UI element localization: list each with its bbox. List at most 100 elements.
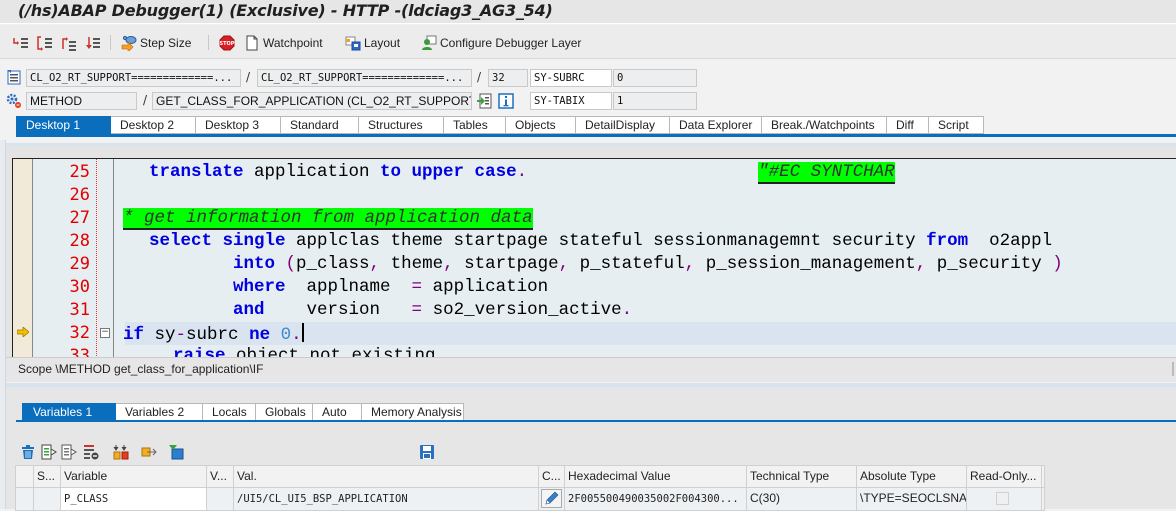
source-code-icon — [6, 69, 22, 85]
column-header-absolute-type[interactable]: Absolute Type — [857, 466, 967, 487]
cell-v — [207, 488, 234, 510]
cell-technical-type: C(30) — [747, 488, 857, 510]
title-bar: (/hs)ABAP Debugger(1) (Exclusive) - HTTP… — [0, 0, 1176, 24]
event-type-field[interactable]: METHOD — [26, 92, 137, 110]
filter-icon[interactable] — [168, 444, 184, 462]
navigate-to-source-icon[interactable] — [476, 93, 492, 109]
continue-to-cursor-icon — [85, 35, 101, 51]
splitter-handle[interactable] — [1172, 362, 1174, 376]
column-header-variable[interactable]: Variable — [61, 466, 207, 487]
toolbar: Step Size STOP Watchpoint Layout Configu… — [0, 25, 1176, 59]
tab-locals[interactable]: Locals — [203, 403, 256, 421]
code-line: 27 * get information from application da… — [69, 208, 533, 230]
configure-layer-label: Configure Debugger Layer — [440, 36, 582, 50]
continue-button[interactable] — [85, 34, 101, 52]
compare-icon[interactable] — [113, 444, 129, 462]
code-line: 25 translate application to upper case. … — [69, 162, 895, 184]
watchpoint-label: Watchpoint — [263, 36, 323, 50]
tab-data-explorer[interactable]: Data Explorer — [670, 116, 762, 134]
column-header-v[interactable]: V... — [207, 466, 234, 487]
delete-row-icon[interactable] — [83, 444, 99, 462]
column-header-s[interactable]: S... — [34, 466, 61, 487]
cell-change-button[interactable] — [539, 488, 565, 510]
execute-button[interactable] — [37, 34, 53, 52]
sy-subrc-value: 0 — [613, 69, 697, 87]
tab-diff[interactable]: Diff — [887, 116, 929, 134]
tab-tables[interactable]: Tables — [444, 116, 506, 134]
column-header-hex[interactable]: Hexadecimal Value — [565, 466, 747, 487]
column-header-value[interactable]: Val. — [234, 466, 539, 487]
desktop-tabs: Desktop 1 Desktop 2 Desktop 3 Standard S… — [16, 116, 984, 134]
code-editor[interactable]: 25 translate application to upper case. … — [12, 158, 1176, 360]
variable-tabs: Variables 1 Variables 2 Locals Globals A… — [22, 403, 464, 421]
tab-variables-2[interactable]: Variables 2 — [116, 403, 203, 421]
delete-icon[interactable] — [20, 444, 36, 462]
code-line: 26 — [69, 185, 90, 205]
table-header: S... Variable V... Val. C... Hexadecimal… — [16, 466, 1044, 488]
text-cursor — [301, 323, 304, 342]
source-code-panel: 25 translate application to upper case. … — [6, 143, 1176, 360]
line-number-field[interactable]: 32 — [488, 69, 528, 87]
single-step-button[interactable] — [13, 34, 29, 52]
variables-table: S... Variable V... Val. C... Hexadecimal… — [15, 465, 1045, 511]
append-row-icon[interactable] — [61, 444, 77, 462]
export-icon[interactable] — [141, 444, 157, 462]
cell-absolute-type: \TYPE=SEOCLSNA... — [857, 488, 967, 510]
info-icon[interactable] — [498, 93, 514, 109]
pragma-comment: "#EC SYNTCHAR — [758, 162, 895, 184]
layout-label: Layout — [364, 36, 401, 50]
tab-desktop-2[interactable]: Desktop 2 — [111, 116, 196, 134]
row-selector[interactable] — [16, 488, 34, 510]
table-row[interactable]: P_CLASS /UI5/CL_UI5_BSP_APPLICATION 2F00… — [16, 488, 1044, 510]
event-name-field[interactable]: GET_CLASS_FOR_APPLICATION (CL_O2_RT_SUPP… — [152, 92, 472, 110]
row-selector-header[interactable] — [16, 466, 34, 487]
step-size-icon — [121, 35, 137, 51]
cell-value[interactable]: /UI5/CL_UI5_BSP_APPLICATION — [234, 488, 539, 510]
toolbar-separator — [208, 35, 209, 50]
stop-icon: STOP — [219, 35, 235, 51]
single-step-icon — [13, 35, 29, 51]
watchpoint-button[interactable]: Watchpoint — [244, 34, 323, 52]
tab-standard[interactable]: Standard — [281, 116, 359, 134]
tab-desktop-1[interactable]: Desktop 1 — [16, 116, 111, 134]
sy-tabix-label[interactable]: SY-TABIX — [530, 92, 612, 110]
sy-tabix-value: 1 — [613, 92, 697, 110]
sy-subrc-label[interactable]: SY-SUBRC — [530, 69, 612, 87]
tab-variables-1[interactable]: Variables 1 — [22, 403, 116, 421]
include-field[interactable]: CL_O2_RT_SUPPORT=============... — [257, 69, 472, 87]
current-statement-arrow-icon — [16, 326, 30, 340]
cell-variable-input[interactable]: P_CLASS — [61, 488, 207, 510]
tab-globals[interactable]: Globals — [256, 403, 313, 421]
stop-button[interactable]: STOP — [219, 34, 235, 52]
tab-desktop-3[interactable]: Desktop 3 — [196, 116, 281, 134]
tab-memory-analysis[interactable]: Memory Analysis — [362, 403, 464, 421]
tab-auto[interactable]: Auto — [313, 403, 362, 421]
method-gear-icon — [6, 93, 22, 109]
document-icon — [244, 35, 260, 51]
layout-icon — [345, 35, 361, 51]
execute-step-icon — [37, 35, 53, 51]
tab-structures[interactable]: Structures — [359, 116, 444, 134]
column-header-read-only[interactable]: Read-Only... — [967, 466, 1042, 487]
pencil-icon[interactable] — [541, 489, 562, 508]
code-line: 30 where applname = application — [69, 277, 549, 297]
layout-button[interactable]: Layout — [345, 34, 400, 52]
comment: * get information from application data — [123, 208, 533, 230]
step-size-button[interactable]: Step Size — [121, 34, 191, 52]
tab-objects[interactable]: Objects — [506, 116, 576, 134]
collapse-block-icon[interactable]: − — [100, 328, 110, 338]
configure-layer-button[interactable]: Configure Debugger Layer — [421, 34, 581, 52]
cell-s — [34, 488, 61, 510]
save-icon[interactable] — [419, 444, 435, 462]
cell-read-only — [967, 488, 1042, 510]
configure-layer-icon — [421, 35, 437, 51]
return-icon — [61, 35, 77, 51]
tab-detail-display[interactable]: DetailDisplay — [576, 116, 670, 134]
insert-row-icon[interactable] — [41, 444, 57, 462]
column-header-technical-type[interactable]: Technical Type — [747, 466, 857, 487]
column-header-change[interactable]: C... — [539, 466, 565, 487]
program-field[interactable]: CL_O2_RT_SUPPORT=============... — [26, 69, 241, 87]
return-button[interactable] — [61, 34, 77, 52]
tab-break-watchpoints[interactable]: Break./Watchpoints — [762, 116, 887, 134]
tab-script[interactable]: Script — [929, 116, 984, 134]
